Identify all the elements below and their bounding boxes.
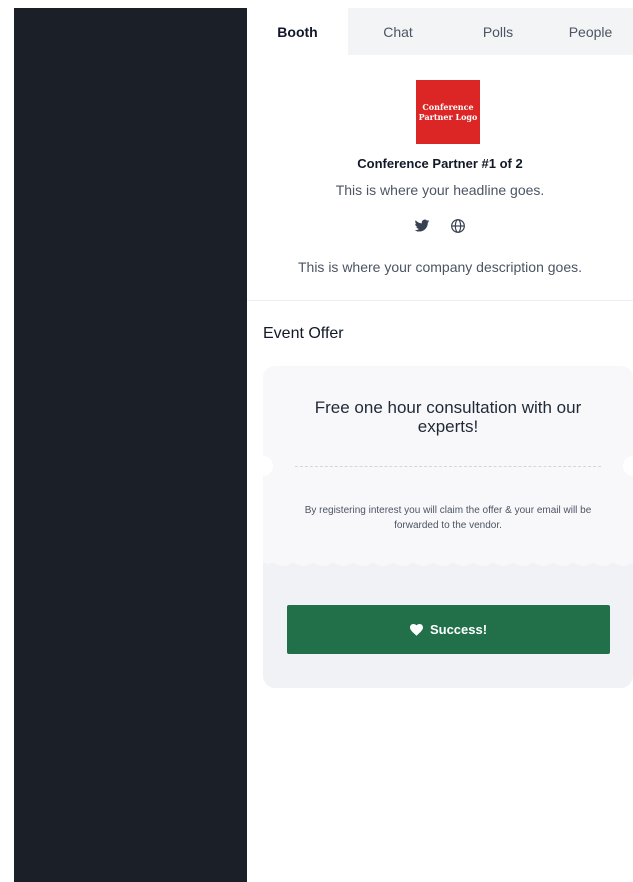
offer-note: By registering interest you will claim t… (304, 505, 592, 531)
coupon-notch-left (263, 456, 273, 476)
coupon-scallop-edge (263, 558, 633, 566)
success-button[interactable]: Success! (287, 605, 610, 654)
booth-sidebar: Booth Chat Polls People Conference Partn… (247, 8, 633, 882)
twitter-icon[interactable] (414, 218, 430, 234)
tab-booth[interactable]: Booth (247, 8, 348, 55)
offer-coupon: Free one hour consultation with our expe… (263, 366, 633, 560)
success-button-label: Success! (429, 622, 488, 637)
company-description: This is where your company description g… (297, 259, 583, 275)
social-links (247, 218, 633, 234)
heart-icon (409, 623, 423, 636)
coupon-divider (295, 466, 601, 467)
tab-chat[interactable]: Chat (348, 8, 448, 55)
event-offer-heading: Event Offer (263, 325, 344, 342)
main-content-pane (14, 8, 247, 882)
tab-polls[interactable]: Polls (448, 8, 548, 55)
logo-text-line: Conference (422, 102, 474, 112)
partner-headline: This is where your headline goes. (335, 182, 545, 198)
tab-bar: Booth Chat Polls People (247, 8, 633, 55)
section-divider (247, 300, 633, 301)
offer-card: Free one hour consultation with our expe… (263, 366, 633, 688)
offer-title: Free one hour consultation with our expe… (314, 398, 582, 436)
logo-text-line: Partner Logo (418, 112, 478, 122)
partner-logo: Conference Partner Logo (416, 80, 480, 144)
partner-name: Conference Partner #1 of 2 (357, 156, 523, 171)
globe-icon[interactable] (450, 218, 466, 234)
coupon-notch-right (623, 456, 633, 476)
tab-people[interactable]: People (548, 8, 633, 55)
